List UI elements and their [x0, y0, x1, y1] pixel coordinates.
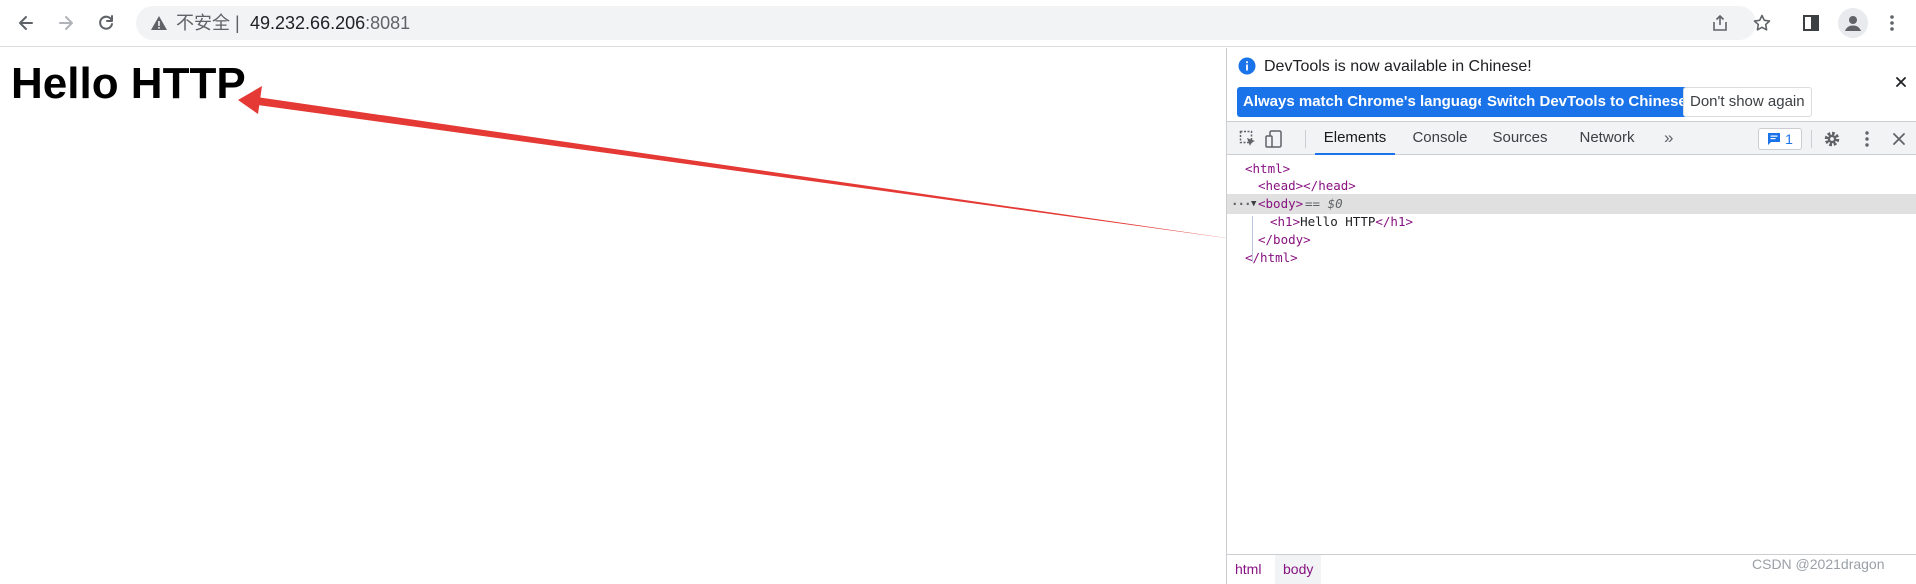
tab-sources[interactable]: Sources — [1485, 122, 1555, 155]
breadcrumb-body[interactable]: body — [1275, 555, 1322, 584]
chrome-menu-button[interactable] — [1878, 9, 1906, 37]
tree-node-head[interactable]: <head></head> — [1227, 176, 1916, 196]
side-panel-icon — [1803, 15, 1819, 31]
kebab-menu-icon — [1890, 15, 1894, 31]
annotation-arrow-shaft — [250, 96, 1240, 240]
back-button[interactable] — [11, 8, 41, 38]
node-actions-ellipsis[interactable]: ··· — [1231, 194, 1252, 214]
tree-node-html-close[interactable]: </html> — [1227, 248, 1916, 268]
page-heading: Hello HTTP — [11, 59, 246, 108]
h1-text-content: Hello HTTP — [1300, 214, 1376, 229]
elements-tree: <html> <head></head> ··· ▼ <body> == $0 … — [1227, 156, 1916, 556]
tabbar-separator — [1305, 130, 1306, 148]
issues-count: 1 — [1785, 131, 1793, 147]
gear-icon — [1824, 131, 1840, 147]
tag-body-close: </body> — [1258, 232, 1311, 247]
tag-body-open: <body> — [1258, 196, 1304, 211]
arrow-left-icon — [19, 16, 33, 30]
url-port: :8081 — [365, 13, 411, 33]
tree-indent-guide — [1252, 216, 1253, 262]
inspect-element-button[interactable] — [1237, 128, 1259, 150]
tag-head: <head></head> — [1258, 178, 1356, 193]
tree-node-h1[interactable]: <h1>Hello HTTP</h1> — [1227, 212, 1916, 232]
tag-h1-open: <h1> — [1270, 214, 1301, 229]
dont-show-again-button[interactable]: Don't show again — [1683, 87, 1812, 117]
security-label[interactable]: 不安全 | — [176, 14, 240, 32]
tab-network[interactable]: Network — [1565, 122, 1649, 155]
profile-button[interactable] — [1838, 8, 1868, 38]
url-host: 49.232.66.206 — [250, 13, 366, 33]
forward-button[interactable] — [51, 8, 81, 38]
switch-to-chinese-button[interactable]: Switch DevTools to Chinese — [1481, 87, 1693, 117]
share-icon[interactable] — [1710, 13, 1730, 33]
browser-toolbar: 不安全 | 49.232.66.206:8081 — [0, 0, 1916, 47]
collapse-triangle-icon[interactable]: ▼ — [1251, 194, 1256, 214]
selected-node-marker: == $0 — [1305, 196, 1343, 211]
h1-element: <h1>Hello HTTP</h1> — [1270, 212, 1413, 232]
tab-elements[interactable]: Elements — [1315, 122, 1395, 155]
device-icon — [1265, 130, 1282, 148]
tree-node-body-selected[interactable]: ··· ▼ <body> == $0 — [1227, 194, 1916, 214]
devtools-settings-button[interactable] — [1821, 128, 1843, 150]
star-icon — [1753, 14, 1771, 31]
tab-console[interactable]: Console — [1405, 122, 1475, 155]
devtools-menu-button[interactable] — [1856, 128, 1878, 150]
issues-badge[interactable]: 1 — [1758, 128, 1802, 150]
side-panel-button[interactable] — [1797, 9, 1825, 37]
close-icon — [1893, 133, 1905, 145]
watermark: CSDN @2021dragon — [1752, 556, 1885, 572]
tabbar-separator — [1811, 130, 1812, 148]
warning-triangle-icon[interactable] — [150, 14, 168, 32]
url-text[interactable]: 49.232.66.206:8081 — [250, 14, 410, 32]
reload-button[interactable] — [91, 8, 121, 38]
tree-node-body-close[interactable]: </body> — [1227, 230, 1916, 250]
close-icon[interactable] — [1893, 74, 1909, 90]
reload-icon — [99, 15, 113, 30]
more-tabs-button[interactable]: » — [1664, 122, 1673, 155]
devtools-close-button[interactable] — [1888, 128, 1910, 150]
devtools-tabbar: Elements Console Sources Network » 1 — [1227, 121, 1916, 155]
inspect-cursor-icon — [1239, 130, 1255, 146]
tag-h1-close: </h1> — [1375, 214, 1414, 229]
address-bar[interactable]: 不安全 | 49.232.66.206:8081 — [136, 6, 1756, 40]
kebab-menu-icon — [1865, 131, 1869, 147]
message-icon — [1768, 133, 1781, 145]
device-toolbar-button[interactable] — [1263, 128, 1285, 150]
devtools-language-infobar: DevTools is now available in Chinese! Al… — [1227, 48, 1916, 121]
bookmark-button[interactable] — [1748, 9, 1776, 37]
devtools-panel: DevTools is now available in Chinese! Al… — [1226, 48, 1916, 584]
avatar-icon — [1845, 16, 1861, 31]
arrow-right-icon — [59, 16, 73, 30]
info-icon — [1238, 57, 1256, 75]
always-match-language-button[interactable]: Always match Chrome's language — [1237, 87, 1492, 117]
breadcrumb-html[interactable]: html — [1227, 555, 1269, 584]
infobar-message: DevTools is now available in Chinese! — [1264, 58, 1532, 75]
